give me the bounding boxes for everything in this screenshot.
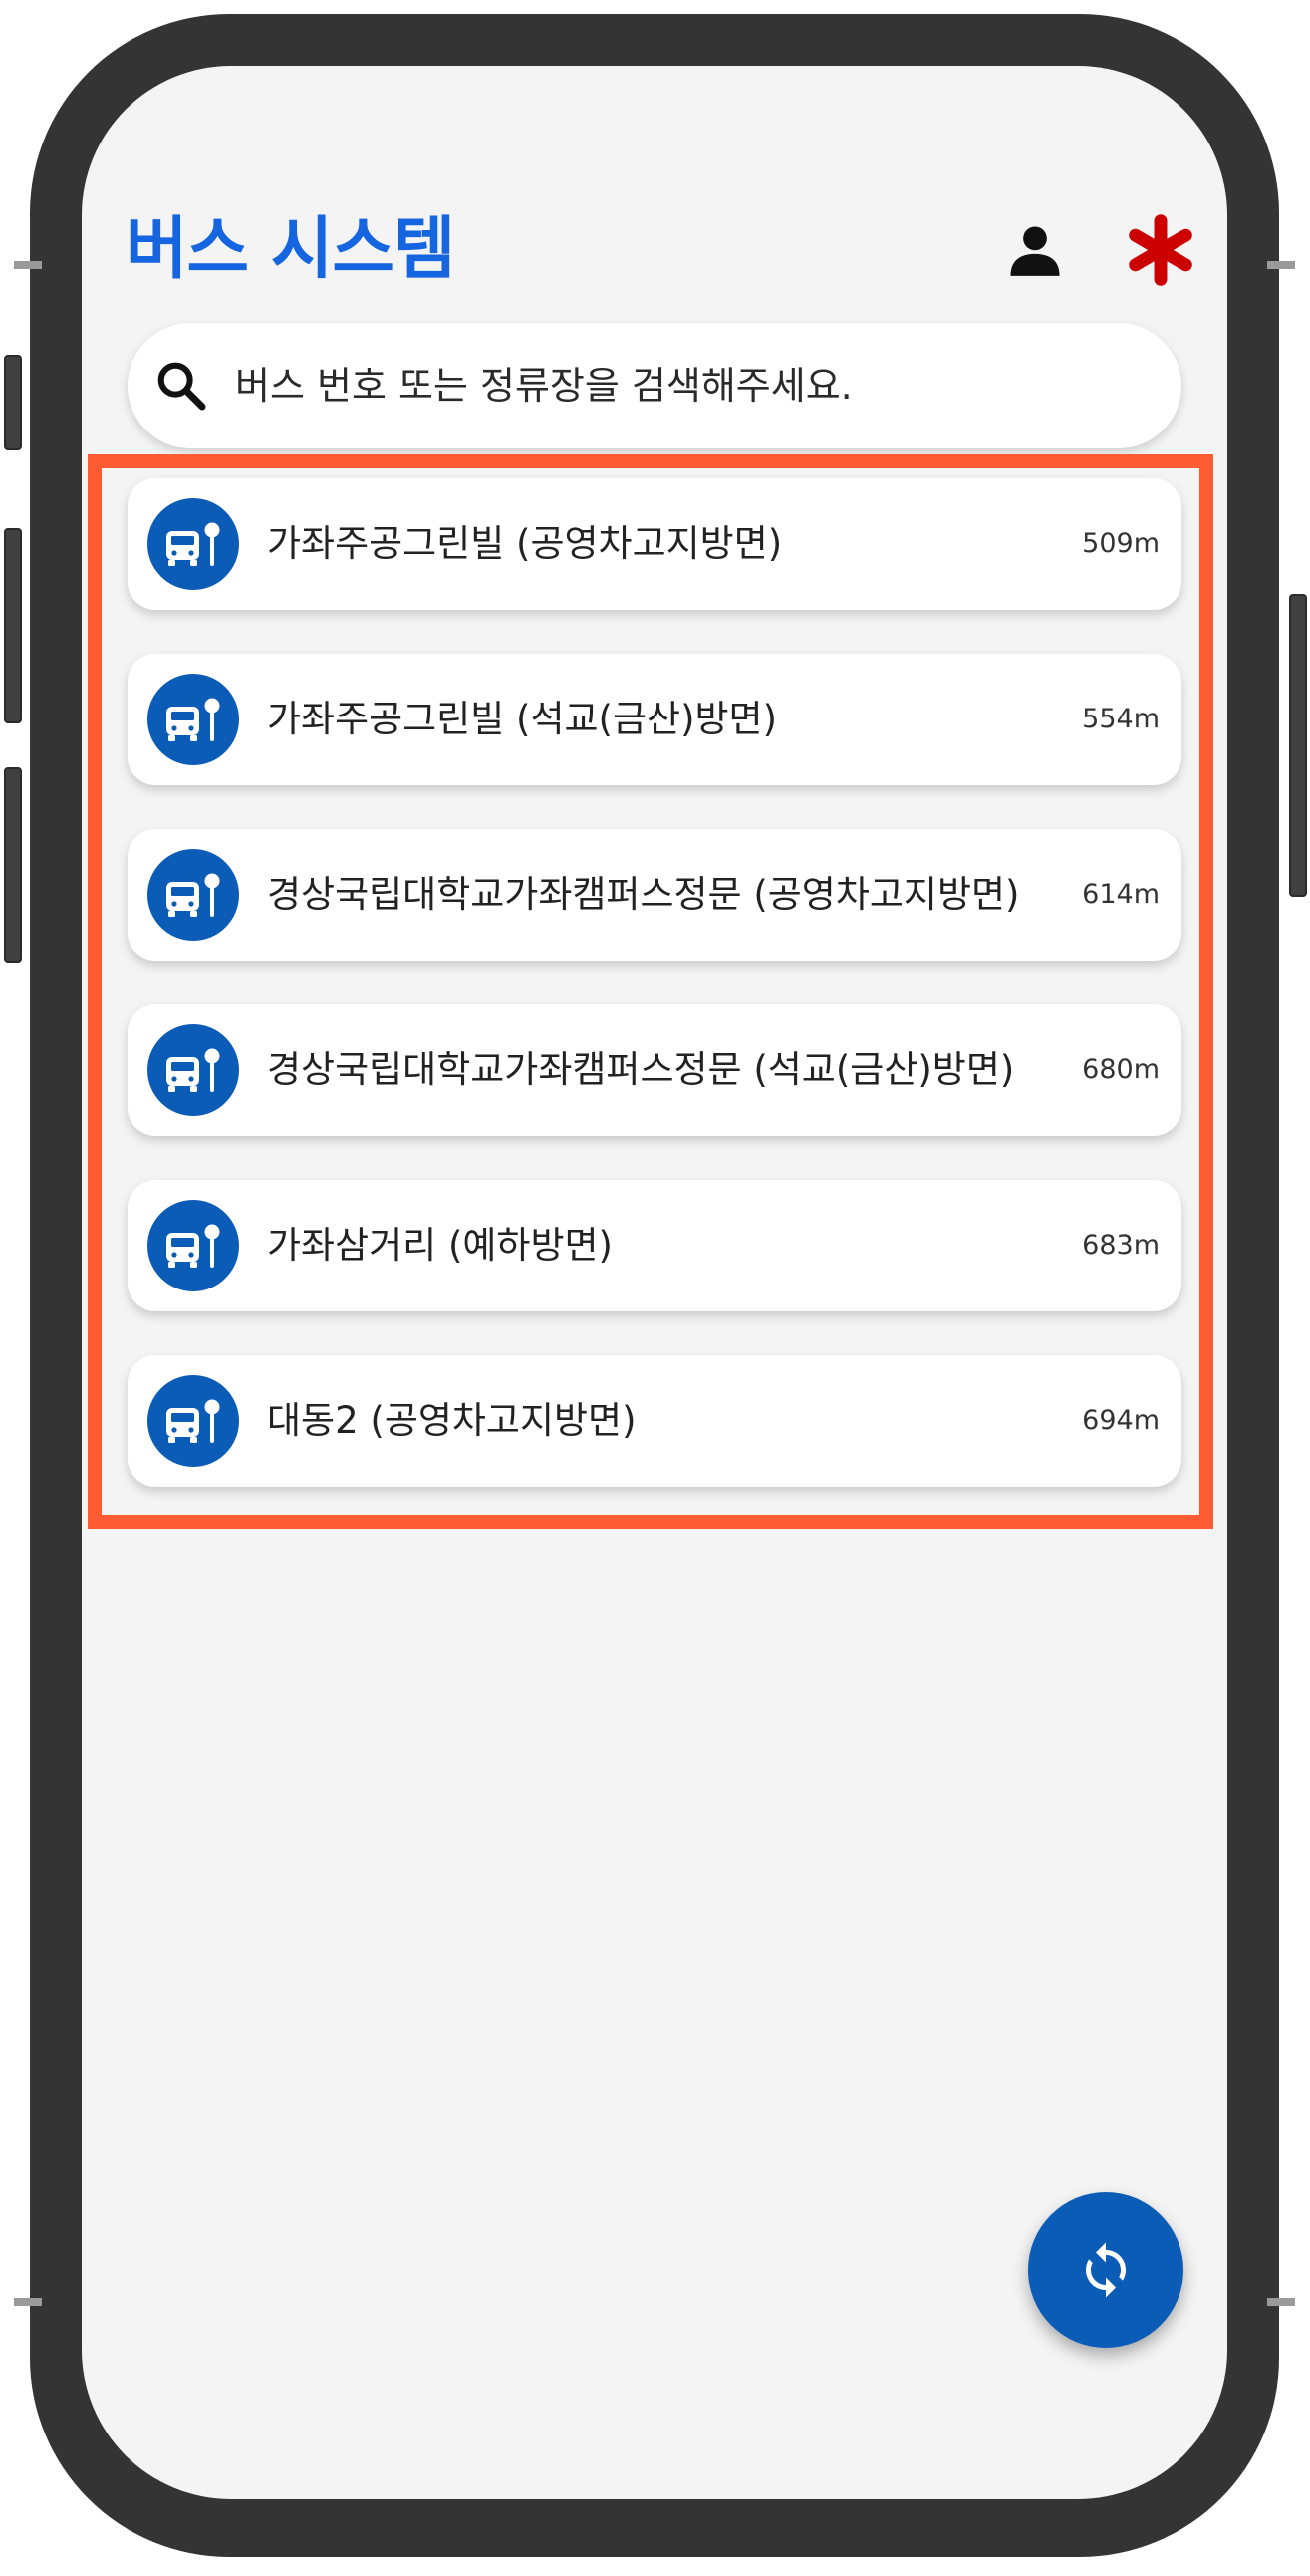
stop-distance: 680m — [1082, 1054, 1160, 1085]
bus-stop-icon — [147, 849, 239, 941]
search-bar[interactable] — [128, 323, 1181, 448]
stop-name: 가좌주공그린빌 (석교(금산)방면) — [267, 698, 778, 740]
stop-card[interactable]: 경상국립대학교가좌캠퍼스정문 (석교(금산)방면) 680m — [128, 1004, 1181, 1136]
user-profile-button[interactable] — [1004, 219, 1066, 281]
refresh-button[interactable] — [1028, 2192, 1183, 2348]
asterisk-icon — [1129, 214, 1192, 286]
app-title: 버스 시스템 — [126, 210, 455, 289]
phone-frame-mark — [14, 261, 42, 269]
phone-frame-mark — [14, 2298, 42, 2306]
bus-stop-icon — [147, 498, 239, 590]
stop-list: 가좌주공그린빌 (공영차고지방면) 509m 가좌주공그린빌 (석교(금산)방면… — [128, 478, 1181, 1531]
stop-card[interactable]: 가좌주공그린빌 (석교(금산)방면) 554m — [128, 654, 1181, 785]
phone-side-button-power — [1289, 594, 1307, 897]
stop-distance: 694m — [1082, 1405, 1160, 1436]
stop-name: 가좌삼거리 (예하방면) — [267, 1224, 613, 1267]
stop-card[interactable]: 경상국립대학교가좌캠퍼스정문 (공영차고지방면) 614m — [128, 829, 1181, 961]
refresh-icon — [1086, 2242, 1126, 2298]
phone-side-button-volume-up — [4, 528, 22, 723]
stop-distance: 683m — [1082, 1230, 1160, 1261]
stop-name: 경상국립대학교가좌캠퍼스정문 (석교(금산)방면) — [267, 1048, 1015, 1091]
app-screen: 버스 시스템 버스 번호 또는 정류장을 검색해주세요. 가좌주공그린빌 (공영… — [82, 66, 1227, 2499]
person-icon — [1010, 226, 1060, 276]
stop-distance: 554m — [1082, 704, 1160, 734]
stop-name: 가좌주공그린빌 (공영차고지방면) — [267, 522, 783, 565]
phone-frame-mark — [1267, 261, 1295, 269]
stop-card[interactable]: 대동2 (공영차고지방면) 694m — [128, 1355, 1181, 1487]
stop-distance: 509m — [1082, 528, 1160, 559]
phone-frame-mark — [1267, 2298, 1295, 2306]
asterisk-menu-button[interactable] — [1124, 213, 1197, 287]
stop-card[interactable]: 가좌주공그린빌 (공영차고지방면) 509m — [128, 478, 1181, 610]
stop-name: 대동2 (공영차고지방면) — [267, 1399, 637, 1442]
search-icon — [157, 362, 206, 411]
bus-stop-icon — [147, 1200, 239, 1291]
stop-distance: 614m — [1082, 879, 1160, 910]
search-input[interactable] — [235, 323, 1152, 448]
phone-side-button-upper — [4, 355, 22, 450]
stop-card[interactable]: 가좌삼거리 (예하방면) 683m — [128, 1180, 1181, 1311]
bus-stop-icon — [147, 674, 239, 765]
stop-name: 경상국립대학교가좌캠퍼스정문 (공영차고지방면) — [267, 873, 1020, 916]
phone-side-button-volume-down — [4, 767, 22, 963]
bus-stop-icon — [147, 1375, 239, 1467]
app-header: 버스 시스템 — [126, 195, 1192, 305]
bus-stop-icon — [147, 1024, 239, 1116]
